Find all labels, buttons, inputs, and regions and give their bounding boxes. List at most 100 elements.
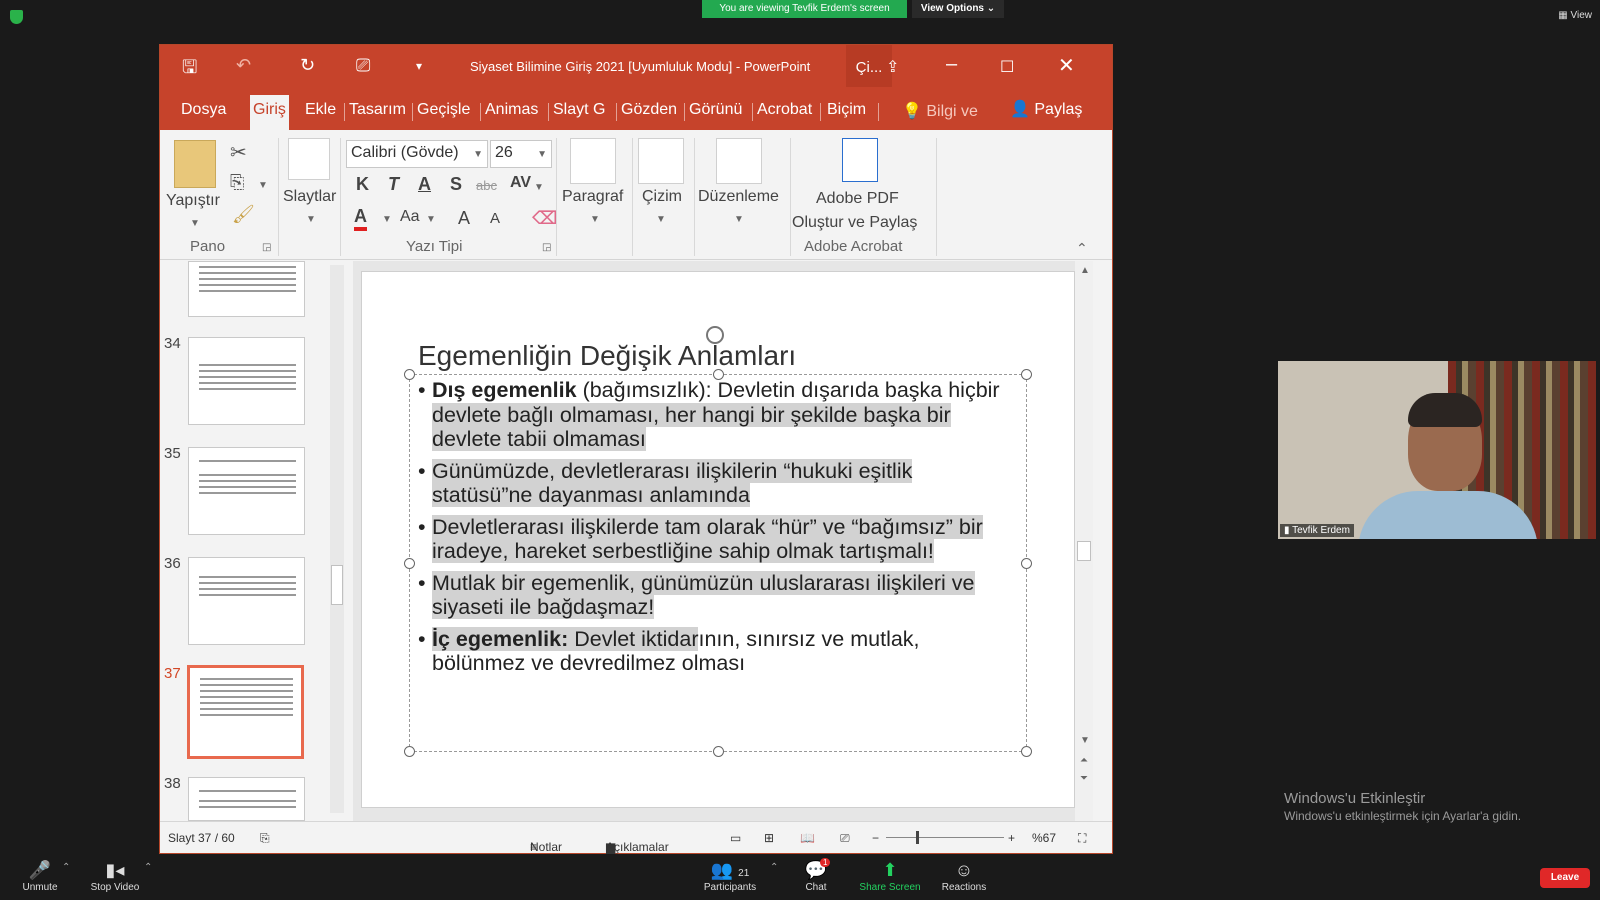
slide-thumbnail-36[interactable] — [188, 557, 305, 645]
slide-thumbnail-37-selected[interactable] — [187, 665, 304, 759]
grow-font-button[interactable]: A — [458, 208, 470, 229]
tab-gecisler[interactable]: Geçişle — [414, 97, 473, 130]
shrink-font-button[interactable]: A — [490, 210, 500, 227]
spacing-dropdown-icon[interactable]: ▼ — [534, 182, 544, 193]
redo-icon[interactable]: ↻ — [300, 55, 315, 76]
ribbon-display-icon[interactable]: ⇪ — [886, 57, 899, 77]
thumbnails-scroll-thumb[interactable] — [331, 565, 343, 605]
slide-thumbnail-33[interactable] — [188, 261, 305, 317]
zoom-slider[interactable] — [886, 837, 1004, 838]
tab-dosya[interactable]: Dosya — [178, 97, 229, 130]
font-color-button[interactable]: A — [354, 206, 367, 231]
cut-icon[interactable]: ✂ — [230, 140, 247, 165]
next-slide-icon[interactable]: ⏷ — [1080, 773, 1088, 784]
clipboard-launcher-icon[interactable]: ◲ — [262, 242, 271, 253]
video-options-caret-icon[interactable]: ⌃ — [144, 862, 152, 873]
resize-handle[interactable] — [404, 558, 415, 569]
resize-handle[interactable] — [1021, 369, 1032, 380]
slide-title[interactable]: Egemenliğin Değişik Anlamları — [418, 340, 796, 372]
tab-gozden-gecir[interactable]: Gözden — [618, 97, 680, 130]
font-color-dropdown-icon[interactable]: ▼ — [382, 214, 392, 225]
tab-animasyonlar[interactable]: Animas — [482, 97, 541, 130]
reactions-button[interactable]: ☺ Reactions — [924, 860, 1004, 893]
undo-icon[interactable]: ↶ — [236, 55, 251, 76]
leave-button[interactable]: Leave — [1540, 868, 1590, 888]
paragraph-icon[interactable] — [570, 138, 616, 184]
tell-me-box[interactable]: 💡 Bilgi ve — [902, 101, 978, 121]
font-launcher-icon[interactable]: ◲ — [542, 242, 551, 253]
resize-handle[interactable] — [404, 746, 415, 757]
slide-sorter-icon[interactable]: ⊞ — [764, 831, 774, 845]
copy-icon[interactable]: ⎘ — [230, 172, 244, 193]
font-name-select[interactable]: Calibri (Gövde) ▼ — [346, 140, 488, 168]
slide-thumbnail-38[interactable] — [188, 777, 305, 821]
collapse-ribbon-icon[interactable]: ⌃ — [1076, 240, 1088, 257]
font-name-dropdown-icon[interactable]: ▼ — [473, 149, 483, 160]
paragraph-button[interactable]: Paragraf — [562, 188, 623, 206]
adobe-pdf-line2[interactable]: Oluştur ve Paylaş — [792, 214, 917, 232]
tab-tasarim[interactable]: Tasarım — [346, 97, 409, 130]
case-dropdown-icon[interactable]: ▼ — [426, 214, 436, 225]
view-options-button[interactable]: View Options ⌄ — [912, 0, 1004, 18]
character-spacing-button[interactable]: AV — [510, 174, 531, 192]
fit-slide-icon[interactable]: ⛶ — [1078, 831, 1086, 846]
resize-handle[interactable] — [1021, 746, 1032, 757]
chat-button[interactable]: 💬 1 Chat — [776, 858, 856, 893]
shadow-button[interactable]: S — [450, 174, 462, 195]
zoom-in-icon[interactable]: + — [1008, 831, 1015, 845]
slides-dropdown-icon[interactable]: ▼ — [306, 214, 316, 225]
copy-dropdown-icon[interactable]: ▼ — [258, 180, 268, 191]
drawing-button[interactable]: Çizim — [642, 188, 682, 206]
editing-button[interactable]: Düzenleme — [698, 188, 779, 206]
share-screen-button[interactable]: ⬆ Share Screen — [850, 860, 930, 893]
participants-button[interactable]: 👥 21 Participants — [690, 860, 770, 893]
thumbnails-scrollbar[interactable] — [330, 265, 344, 813]
paragraph-dropdown-icon[interactable]: ▼ — [590, 214, 600, 225]
normal-view-icon[interactable]: ▭ — [730, 831, 741, 845]
paste-dropdown-icon[interactable]: ▼ — [190, 218, 200, 229]
stop-video-button[interactable]: ▮◂ Stop Video — [75, 860, 155, 893]
slides-button[interactable]: Slaytlar — [283, 188, 336, 206]
qat-customize-icon[interactable]: ▾ — [416, 59, 422, 73]
slide-thumbnail-34[interactable] — [188, 337, 305, 425]
resize-handle[interactable] — [404, 369, 415, 380]
format-painter-icon[interactable]: 🖌 — [232, 204, 255, 225]
slide-37[interactable]: Egemenliğin Değişik Anlamları Dış egemen… — [361, 271, 1075, 808]
font-size-select[interactable]: 26 ▼ — [490, 140, 552, 168]
rotate-handle-icon[interactable] — [706, 326, 724, 344]
view-button[interactable]: ▦ View — [1558, 10, 1592, 21]
previous-slide-icon[interactable]: ⏶ — [1080, 755, 1088, 766]
scroll-down-icon[interactable]: ▼ — [1080, 735, 1090, 746]
underline-button[interactable]: A — [418, 174, 431, 195]
reading-view-icon[interactable]: 📖 — [800, 831, 815, 845]
resize-handle[interactable] — [1021, 558, 1032, 569]
tab-ekle[interactable]: Ekle — [302, 97, 339, 130]
zoom-level[interactable]: %67 — [1032, 831, 1056, 845]
slide-thumbnail-35[interactable] — [188, 447, 305, 535]
tab-bicim[interactable]: Biçim — [824, 97, 869, 130]
resize-handle[interactable] — [713, 746, 724, 757]
new-slide-icon[interactable] — [288, 138, 330, 180]
italic-button[interactable]: T — [388, 174, 399, 195]
paste-clipboard-icon[interactable] — [174, 140, 216, 188]
tab-slayt-gosterisi[interactable]: Slayt G — [550, 97, 608, 130]
slideshow-icon[interactable]: ⎚ — [356, 55, 370, 76]
maximize-icon[interactable]: ☐ — [1000, 57, 1014, 77]
drawing-dropdown-icon[interactable]: ▼ — [656, 214, 666, 225]
bold-button[interactable]: K — [356, 174, 369, 195]
strikethrough-button[interactable]: abc — [476, 178, 497, 193]
change-case-button[interactable]: Aa — [400, 208, 420, 226]
participant-video[interactable]: ▮ Tevfik Erdem — [1278, 361, 1596, 539]
tab-gorunum[interactable]: Görünü — [686, 97, 745, 130]
share-button[interactable]: 👤 Paylaş — [1010, 99, 1082, 119]
security-shield-icon[interactable] — [10, 10, 23, 24]
slide-scroll-thumb[interactable] — [1077, 541, 1091, 561]
save-icon[interactable]: 🖫 — [182, 55, 197, 85]
tab-giris[interactable]: Giriş — [250, 95, 289, 130]
slideshow-view-icon[interactable]: ⎚ — [840, 831, 850, 846]
tab-acrobat[interactable]: Acrobat — [754, 97, 815, 130]
adobe-pdf-icon[interactable] — [842, 138, 878, 182]
font-size-dropdown-icon[interactable]: ▼ — [537, 149, 547, 160]
drawing-shapes-icon[interactable] — [638, 138, 684, 184]
zoom-out-icon[interactable]: − — [872, 831, 879, 845]
